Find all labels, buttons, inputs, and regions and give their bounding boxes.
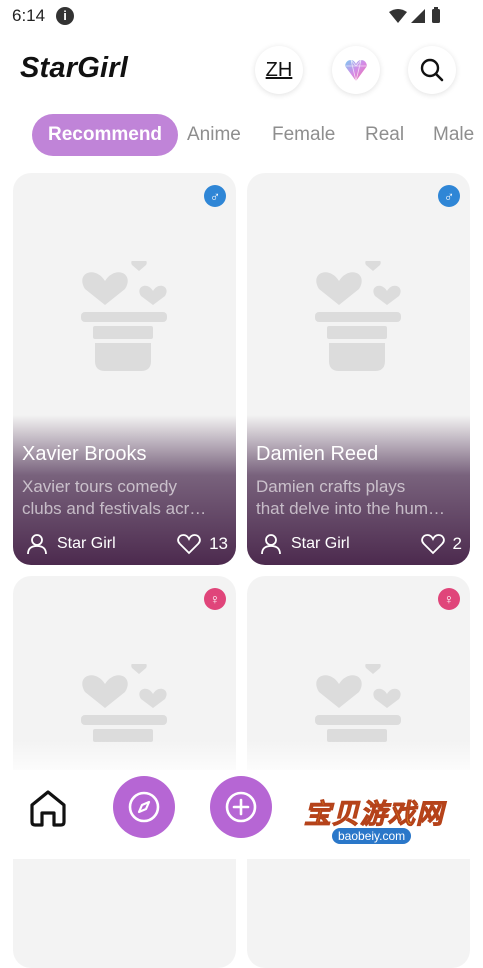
app-logo: StarGirl — [20, 52, 128, 84]
like-button[interactable]: 13 — [177, 531, 228, 557]
tab-recommend[interactable]: Recommend — [32, 114, 179, 156]
heart-icon — [420, 533, 445, 554]
tab-female[interactable]: Female — [272, 114, 335, 156]
heart-icon — [177, 533, 201, 554]
nav-home[interactable] — [26, 786, 70, 830]
character-name: Damien Reed — [256, 443, 379, 465]
user-icon — [27, 534, 47, 555]
nav-explore[interactable] — [113, 776, 175, 838]
user-icon — [261, 534, 281, 555]
character-description: Xavier tours comedy clubs and festivals … — [22, 477, 207, 518]
placeholder-image-icon — [81, 261, 167, 371]
author-name: Star Girl — [291, 535, 350, 552]
character-description: Damien crafts plays that delve into the … — [256, 477, 446, 518]
male-icon: ♂ — [204, 185, 226, 207]
tab-anime[interactable]: Anime — [187, 114, 241, 156]
nav-create[interactable] — [210, 776, 272, 838]
author-info: Star Girl — [27, 531, 116, 557]
tab-male[interactable]: Male — [433, 114, 474, 156]
male-icon: ♂ — [438, 185, 460, 207]
search-icon — [420, 58, 444, 82]
character-card[interactable]: ♂ Xavier Brooks Xavier tours comedy club… — [13, 173, 236, 565]
tab-real[interactable]: Real — [365, 114, 404, 156]
author-info: Star Girl — [261, 531, 350, 557]
female-icon: ♀ — [204, 588, 226, 610]
watermark-text: 宝贝游戏网 — [304, 799, 444, 830]
author-name: Star Girl — [57, 535, 116, 552]
search-button[interactable] — [408, 46, 456, 94]
compass-icon — [128, 791, 160, 823]
category-tabs: Recommend Anime Female Real Male — [0, 114, 483, 158]
home-icon — [30, 790, 66, 827]
placeholder-image-icon — [315, 261, 401, 371]
character-card[interactable]: ♂ Damien Reed Damien crafts plays that d… — [247, 173, 470, 565]
like-count: 13 — [209, 534, 228, 553]
character-name: Xavier Brooks — [22, 443, 147, 465]
watermark-url: baobeiy.com — [332, 828, 412, 844]
bottom-navigation: 宝贝游戏网 baobeiy.com — [0, 770, 483, 859]
diamond-icon — [345, 59, 367, 82]
status-time: 6:14 — [12, 6, 46, 25]
add-icon — [225, 791, 257, 823]
like-count: 2 — [452, 534, 462, 553]
app-header: StarGirl ZH — [0, 42, 483, 100]
status-bar: 6:14 i — [0, 0, 483, 32]
like-button[interactable]: 2 — [420, 531, 462, 557]
system-icons — [389, 7, 440, 23]
info-icon: i — [56, 7, 74, 25]
watermark-logo: 宝贝游戏网 baobeiy.com — [304, 778, 454, 850]
language-button[interactable]: ZH — [255, 46, 303, 94]
female-icon: ♀ — [438, 588, 460, 610]
diamond-button[interactable] — [332, 46, 380, 94]
